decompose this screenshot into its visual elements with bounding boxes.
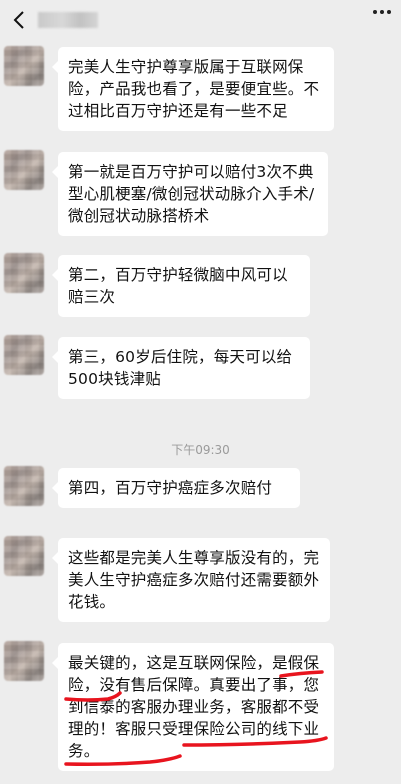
more-button[interactable]: [373, 10, 391, 14]
avatar[interactable]: [4, 46, 44, 86]
message-bubble[interactable]: 完美人生守护尊享版属于互联网保险，产品我也看了，是要便宜些。不过相比百万守护还是…: [52, 47, 334, 131]
more-dots-icon: [373, 10, 377, 14]
chat-title-blurred: [38, 12, 98, 28]
message-bubble[interactable]: 第四，百万守护癌症多次赔付: [52, 468, 300, 508]
avatar[interactable]: [4, 536, 44, 576]
avatar[interactable]: [4, 253, 44, 293]
message-bubble[interactable]: 第一就是百万守护可以赔付3次不典型心肌梗塞/微创冠状动脉介入手术/微创冠状动脉搭…: [52, 152, 328, 236]
avatar[interactable]: [4, 335, 44, 375]
avatar[interactable]: [4, 150, 44, 190]
message-bubble[interactable]: 第二，百万守护轻微脑中风可以赔三次: [52, 255, 310, 317]
message-bubble[interactable]: 第三，60岁后住院，每天可以给500块钱津贴: [52, 337, 310, 399]
message-text: 完美人生守护尊享版属于互联网保险，产品我也看了，是要便宜些。不过相比百万守护还是…: [68, 58, 320, 120]
timestamp: 下午09:30: [171, 443, 230, 457]
chat-header: [0, 0, 401, 40]
message-text: 第四，百万守护癌症多次赔付: [68, 479, 273, 497]
avatar[interactable]: [4, 466, 44, 506]
chevron-left-icon: [13, 11, 24, 29]
avatar[interactable]: [4, 641, 44, 681]
message-text: 这些都是完美人生尊享版没有的，完美人生守护癌症多次赔付还需要额外花钱。: [68, 549, 320, 611]
message-bubble[interactable]: 这些都是完美人生尊享版没有的，完美人生守护癌症多次赔付还需要额外花钱。: [52, 538, 330, 622]
back-button[interactable]: [4, 0, 34, 40]
message-text: 第二，百万守护轻微脑中风可以赔三次: [68, 266, 288, 306]
message-bubble[interactable]: 最关键的，这是互联网保险，是假保险，没有售后保障。真要出了事，您到信泰的客服办理…: [52, 643, 334, 771]
message-text: 第一就是百万守护可以赔付3次不典型心肌梗塞/微创冠状动脉介入手术/微创冠状动脉搭…: [68, 163, 315, 225]
message-text: 最关键的，这是互联网保险，是假保险，没有售后保障。真要出了事，您到信泰的客服办理…: [68, 654, 320, 760]
message-text: 第三，60岁后住院，每天可以给500块钱津贴: [68, 348, 293, 388]
